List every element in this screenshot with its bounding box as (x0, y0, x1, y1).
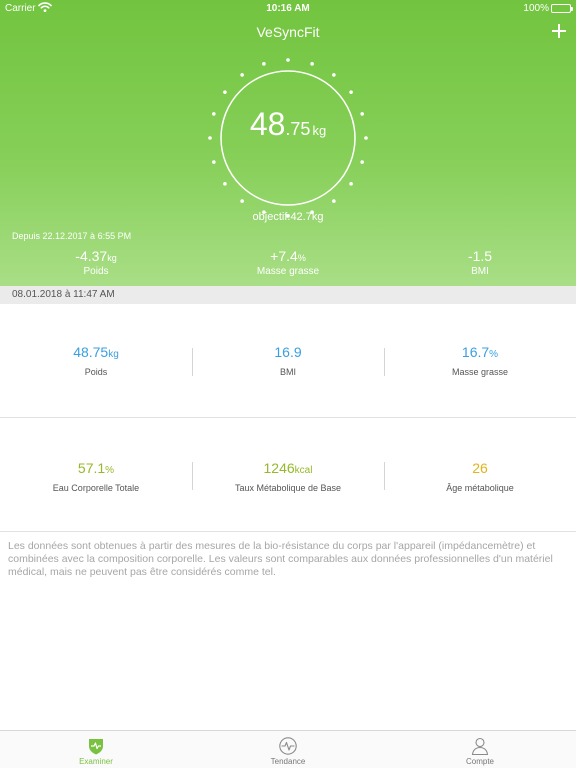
dial-dot (310, 62, 314, 66)
metric-label: Taux Métabolique de Base (234, 483, 342, 493)
metric-value: 57.1 (77, 460, 106, 476)
metric-unit: kcal (294, 465, 313, 476)
metric-unit: % (105, 465, 115, 476)
delta-fat: +7.4% Masse grasse (218, 248, 358, 278)
metric-label: Poids (84, 367, 108, 377)
current-weight: 48.75 kg (208, 106, 368, 143)
clock: 10:16 AM (266, 3, 310, 14)
tab-compte[interactable]: Compte (384, 731, 576, 768)
dial-dot (262, 62, 266, 66)
hero-panel: Carrier 10:16 AM 100% VeSyncFit 48.75 kg … (0, 0, 576, 286)
weight-decimal: .75 (285, 119, 311, 139)
since-date: Depuis 22.12.2017 à 6:55 PM (12, 231, 132, 241)
weight-integer: 48 (249, 106, 286, 142)
metric-body-fat[interactable]: 16.7% Masse grasse (384, 306, 576, 418)
delta-label: Masse grasse (256, 266, 320, 277)
delta-value: +7.4 (270, 248, 298, 264)
metric-label: Masse grasse (451, 367, 509, 377)
metrics-row-1: 48.75kg Poids 16.9 BMI 16.7% Masse grass… (0, 306, 576, 418)
status-bar: Carrier 10:16 AM 100% (0, 0, 576, 18)
weight-dial: 48.75 kg (208, 58, 368, 218)
measurement-date: 08.01.2018 à 11:47 AM (0, 286, 576, 304)
metric-bmr[interactable]: 1246kcal Taux Métabolique de Base (192, 420, 384, 532)
user-icon (471, 737, 489, 756)
disclaimer-text: Les données sont obtenues à partir des m… (8, 540, 553, 578)
shield-icon (89, 739, 103, 755)
metric-unit: kg (108, 349, 119, 360)
tab-label: Tendance (270, 757, 306, 766)
dial-dot (212, 160, 216, 164)
delta-value: -1.5 (467, 248, 493, 264)
weight-unit: kg (312, 123, 327, 138)
dial-dot (223, 182, 227, 186)
metric-bmi[interactable]: 16.9 BMI (192, 306, 384, 418)
dial-dot (223, 90, 227, 94)
metric-label: Eau Corporelle Totale (52, 483, 140, 493)
tab-tendance[interactable]: Tendance (192, 731, 384, 768)
dial-dot (240, 73, 244, 77)
tab-bar: Examiner Tendance Compte (0, 730, 576, 768)
metric-weight[interactable]: 48.75kg Poids (0, 306, 192, 418)
dial-dot (349, 182, 353, 186)
metrics-row-2: 57.1% Eau Corporelle Totale 1246kcal Tau… (0, 420, 576, 532)
objective-label: objectif:42.7kg (252, 211, 324, 223)
dial-dot (360, 160, 364, 164)
metric-value: 26 (472, 460, 488, 476)
tab-label: Compte (465, 757, 494, 766)
delta-unit: % (297, 253, 306, 263)
metric-metabolic-age[interactable]: 26 Âge métabolique (384, 420, 576, 532)
delta-value: -4.37 (75, 248, 108, 264)
dial-dot (349, 90, 353, 94)
metric-value: 16.7 (461, 344, 490, 360)
metric-label: BMI (279, 367, 296, 377)
delta-label: Poids (83, 266, 109, 277)
dial-dot (332, 199, 336, 203)
delta-unit: kg (107, 253, 117, 263)
metric-label: Âge métabolique (446, 483, 514, 493)
metric-unit: % (489, 349, 499, 360)
metric-value: 48.75 (73, 344, 109, 360)
battery-percent: 100% (523, 3, 549, 14)
pulse-icon (279, 737, 297, 755)
tab-label: Examiner (79, 757, 113, 766)
delta-bmi: -1.5 BMI (410, 248, 550, 278)
app-title: VeSyncFit (256, 24, 320, 40)
add-button[interactable] (550, 22, 568, 40)
tab-examiner[interactable]: Examiner (0, 731, 192, 768)
battery-icon (551, 4, 573, 13)
metric-value: 16.9 (274, 344, 302, 360)
dial-dot (240, 199, 244, 203)
delta-weight: -4.37kg Poids (26, 248, 166, 278)
dial-dot (332, 73, 336, 77)
metric-value: 1246 (263, 460, 295, 476)
delta-label: BMI (471, 266, 489, 277)
dial-dot (286, 58, 290, 62)
metric-body-water[interactable]: 57.1% Eau Corporelle Totale (0, 420, 192, 532)
